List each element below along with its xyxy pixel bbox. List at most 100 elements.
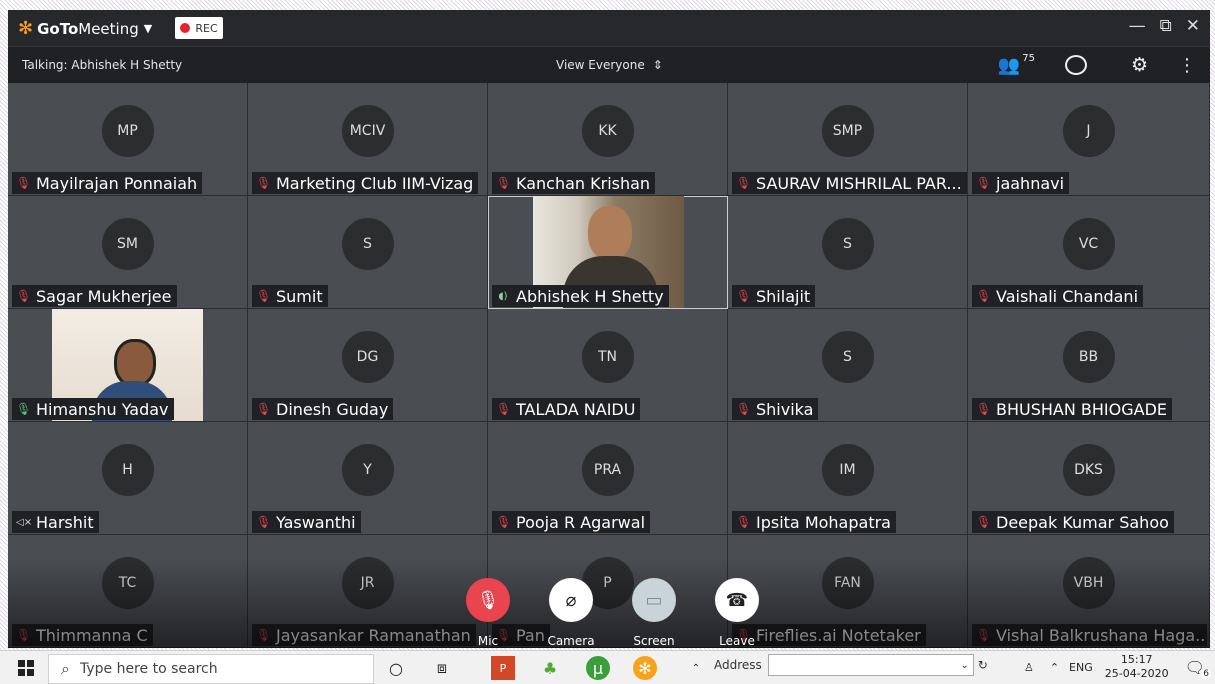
- mic-control[interactable]: 🎙 Mic: [458, 578, 518, 648]
- more-options-icon[interactable]: ⋮: [1178, 55, 1196, 76]
- mic-muted-icon: 🎙: [256, 176, 272, 190]
- participant-name-tag: 🎙 Shivika: [732, 398, 819, 420]
- toolbar-right: 👥 75 ⚙ ⋮: [998, 53, 1196, 77]
- rec-label: REC: [195, 21, 218, 35]
- utorrent-icon[interactable]: µ: [586, 656, 610, 680]
- participant-tile[interactable]: SMP 🎙 SAURAV MISHRILAL PAR...: [728, 83, 968, 196]
- leave-phone-icon[interactable]: ☎: [715, 578, 759, 622]
- participant-tile[interactable]: BB 🎙 BHUSHAN BHIOGADE: [968, 309, 1210, 422]
- participant-tile[interactable]: KK 🎙 Kanchan Krishan: [488, 83, 728, 196]
- participant-name-tag: 🎙 Ipsita Mohapatra: [732, 511, 896, 533]
- participant-tile[interactable]: J 🎙 jaahnavi: [968, 83, 1210, 196]
- gotomeeting-window: ✻ GoTo Meeting ▼ REC — ⧉ ✕ Talking: Abhi…: [8, 10, 1210, 648]
- participant-tile[interactable]: MP 🎙 Mayilrajan Ponnaiah: [8, 83, 248, 196]
- refresh-icon[interactable]: ↻: [978, 658, 988, 672]
- participant-avatar: KK: [581, 105, 634, 157]
- participant-avatar: S: [821, 218, 874, 270]
- meeting-controls: 🎙 Mic ⌀ Camera ▭ Screen ☎ Leave: [458, 578, 768, 648]
- app-logo-menu[interactable]: ✻ GoTo Meeting ▼: [18, 18, 152, 39]
- participant-name: Himanshu Yadav: [36, 399, 169, 419]
- participant-tile[interactable]: S 🎙 Shilajit: [728, 196, 968, 309]
- windows-start-icon[interactable]: [18, 660, 34, 676]
- participant-tile[interactable]: S 🎙 Sumit: [248, 196, 488, 309]
- participant-avatar: MCIV: [341, 105, 394, 157]
- recording-badge[interactable]: REC: [175, 17, 223, 39]
- participant-tile[interactable]: ◖) Abhishek H Shetty: [488, 196, 728, 309]
- participant-tile[interactable]: VC 🎙 Vaishali Chandani: [968, 196, 1210, 309]
- gear-icon[interactable]: ⚙: [1131, 54, 1148, 76]
- participant-tile[interactable]: DKS 🎙 Deepak Kumar Sahoo: [968, 422, 1210, 535]
- people-tray-icon[interactable]: ♙: [1024, 661, 1034, 674]
- task-view-icon[interactable]: ⧈: [430, 656, 454, 680]
- notification-icon[interactable]: 🗨 6: [1185, 658, 1211, 679]
- participant-avatar: J: [1062, 105, 1115, 157]
- mic-muted-icon: 🎙: [256, 289, 272, 303]
- participant-name-tag: 🎙 Marketing Club IIM-Vizag: [252, 172, 479, 194]
- participant-avatar: Y: [341, 444, 394, 496]
- mic-muted-icon: 🎙: [256, 515, 272, 529]
- participant-tile[interactable]: 🎙 Himanshu Yadav: [8, 309, 248, 422]
- powerpoint-icon[interactable]: P: [491, 656, 515, 680]
- minimize-icon[interactable]: —: [1129, 16, 1146, 36]
- address-input[interactable]: ⌄: [767, 654, 974, 676]
- clock-date: 25-04-2020: [1104, 667, 1169, 680]
- participant-tile[interactable]: TC 🎙 Thimmanna C: [8, 535, 248, 648]
- participant-tile[interactable]: DG 🎙 Dinesh Guday: [248, 309, 488, 422]
- scroll-chevron-icon[interactable]: ⌃: [684, 656, 708, 680]
- screen-share-off-icon[interactable]: ▭: [632, 578, 676, 622]
- app-name-bold: GoTo: [37, 19, 79, 38]
- notification-count: 6: [1201, 668, 1211, 679]
- taskbar-search[interactable]: ⌕ Type here to search: [48, 654, 374, 684]
- participant-tile[interactable]: PRA 🎙 Pooja R Agarwal: [488, 422, 728, 535]
- dropdown-icon[interactable]: ⌄: [960, 660, 968, 671]
- participant-name: SAURAV MISHRILAL PAR...: [756, 173, 962, 193]
- participant-tile[interactable]: H ◁× Harshit: [8, 422, 248, 535]
- participant-name: Vaishali Chandani: [996, 286, 1139, 306]
- participant-tile[interactable]: SM 🎙 Sagar Mukherjee: [8, 196, 248, 309]
- tray-chevron-icon[interactable]: ⌃: [1050, 661, 1059, 674]
- window-controls: — ⧉ ✕: [1129, 16, 1200, 36]
- participant-avatar: FAN: [821, 557, 874, 609]
- camera-off-icon[interactable]: ⌀: [549, 578, 593, 622]
- participant-tile[interactable]: S 🎙 Shivika: [728, 309, 968, 422]
- mic-muted-icon: 🎙: [736, 515, 752, 529]
- search-icon: ⌕: [61, 659, 70, 678]
- participant-name: Marketing Club IIM-Vizag: [276, 173, 474, 193]
- participant-name-tag: 🎙 Yaswanthi: [252, 511, 361, 533]
- view-selector[interactable]: View Everyone ⇕: [556, 58, 663, 72]
- restore-icon[interactable]: ⧉: [1160, 16, 1172, 36]
- chat-icon[interactable]: [1064, 55, 1087, 75]
- participant-tile[interactable]: IM 🎙 Ipsita Mohapatra: [728, 422, 968, 535]
- screen-control[interactable]: ▭ Screen: [624, 578, 684, 648]
- participant-tile[interactable]: TN 🎙 TALADA NAIDU: [488, 309, 728, 422]
- clock[interactable]: 15:17 25-04-2020: [1105, 653, 1169, 681]
- participant-tile[interactable]: MCIV 🎙 Marketing Club IIM-Vizag: [248, 83, 488, 196]
- mic-on-icon: 🎙: [16, 402, 32, 416]
- participant-tile[interactable]: VBH 🎙 Vishal Balkrushana Haga...: [968, 535, 1210, 648]
- language-indicator[interactable]: ENG: [1069, 661, 1093, 674]
- app-green-icon[interactable]: ♣: [538, 656, 562, 680]
- participant-name-tag: 🎙 Mayilrajan Ponnaiah: [12, 172, 203, 194]
- participant-tile[interactable]: Y 🎙 Yaswanthi: [248, 422, 488, 535]
- participant-name-tag: ◖) Abhishek H Shetty: [492, 285, 669, 307]
- leave-control[interactable]: ☎ Leave: [707, 578, 767, 648]
- mic-muted-icon: 🎙: [976, 402, 992, 416]
- mic-muted-icon: 🎙: [256, 402, 272, 416]
- participant-tile[interactable]: JR 🎙 Jayasankar Ramanathan: [248, 535, 488, 648]
- attendees-button[interactable]: 👥 75: [998, 53, 1035, 76]
- talking-indicator: Talking: Abhishek H Shetty: [22, 58, 183, 72]
- speaker-muted-icon: ◁×: [16, 516, 33, 528]
- participant-name: Shilajit: [756, 286, 811, 306]
- participant-avatar: VBH: [1062, 557, 1115, 609]
- participant-name-tag: 🎙 Shilajit: [732, 285, 816, 307]
- mic-muted-icon[interactable]: 🎙: [466, 578, 510, 622]
- cortana-icon[interactable]: ○: [384, 656, 408, 680]
- gotomeeting-taskbar-icon[interactable]: ✻: [633, 656, 657, 680]
- participant-name-tag: 🎙 Vaishali Chandani: [972, 285, 1144, 307]
- participant-name: Mayilrajan Ponnaiah: [36, 173, 198, 193]
- camera-control[interactable]: ⌀ Camera: [541, 578, 601, 648]
- clock-time: 15:17: [1120, 653, 1153, 666]
- participant-name-tag: 🎙 Sagar Mukherjee: [12, 285, 177, 307]
- address-label: Address: [714, 658, 762, 672]
- close-icon[interactable]: ✕: [1186, 16, 1200, 36]
